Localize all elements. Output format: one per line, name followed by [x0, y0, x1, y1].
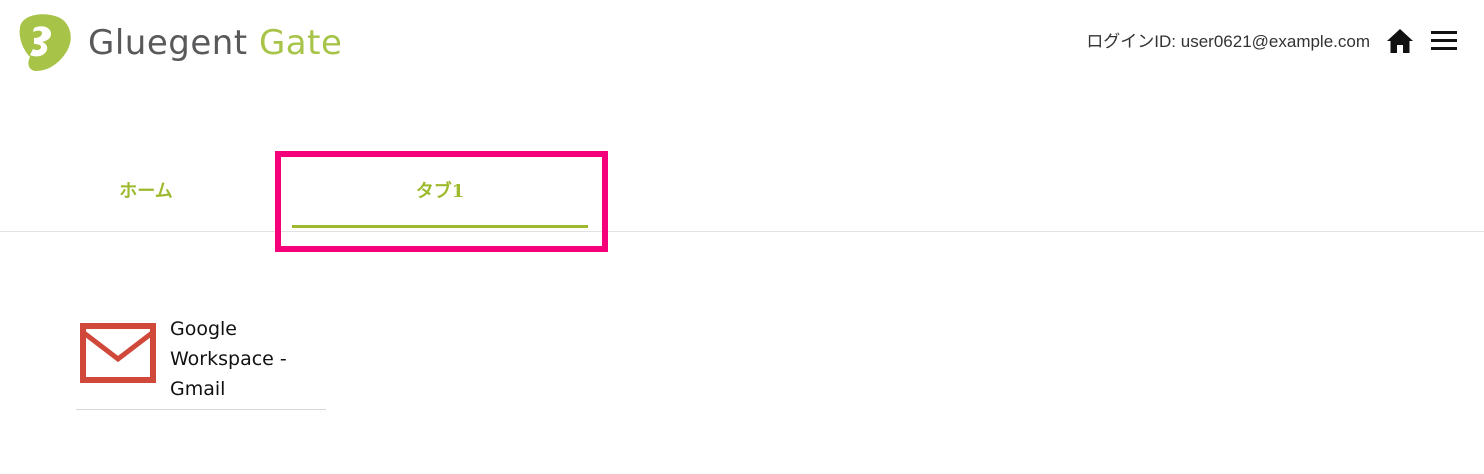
- gluegent-logo-icon: [19, 14, 71, 72]
- app-label: Google Workspace - Gmail: [170, 318, 287, 400]
- mail-icon: [80, 323, 156, 383]
- gluegent-gate-logo[interactable]: Gluegent Gate: [12, 13, 342, 73]
- app-tile-gmail[interactable]: Google Workspace - Gmail: [76, 310, 326, 410]
- tab-1-label: タブ1: [415, 181, 465, 202]
- header: Gluegent Gate ログインID: user0621@example.c…: [0, 0, 1484, 86]
- tab-home[interactable]: ホーム: [76, 150, 216, 231]
- logo-word-gluegent: Gluegent: [88, 23, 248, 63]
- active-tab-indicator: [292, 225, 588, 228]
- logo-wordmark: Gluegent Gate: [88, 13, 342, 73]
- home-icon[interactable]: [1386, 28, 1414, 54]
- tab-bar: ホーム タブ1: [0, 150, 1484, 232]
- logo-word-gate: Gate: [258, 23, 343, 63]
- login-id-text: ログインID: user0621@example.com: [1086, 32, 1370, 51]
- hamburger-menu-icon[interactable]: [1431, 31, 1457, 51]
- tab-1[interactable]: タブ1: [292, 150, 588, 231]
